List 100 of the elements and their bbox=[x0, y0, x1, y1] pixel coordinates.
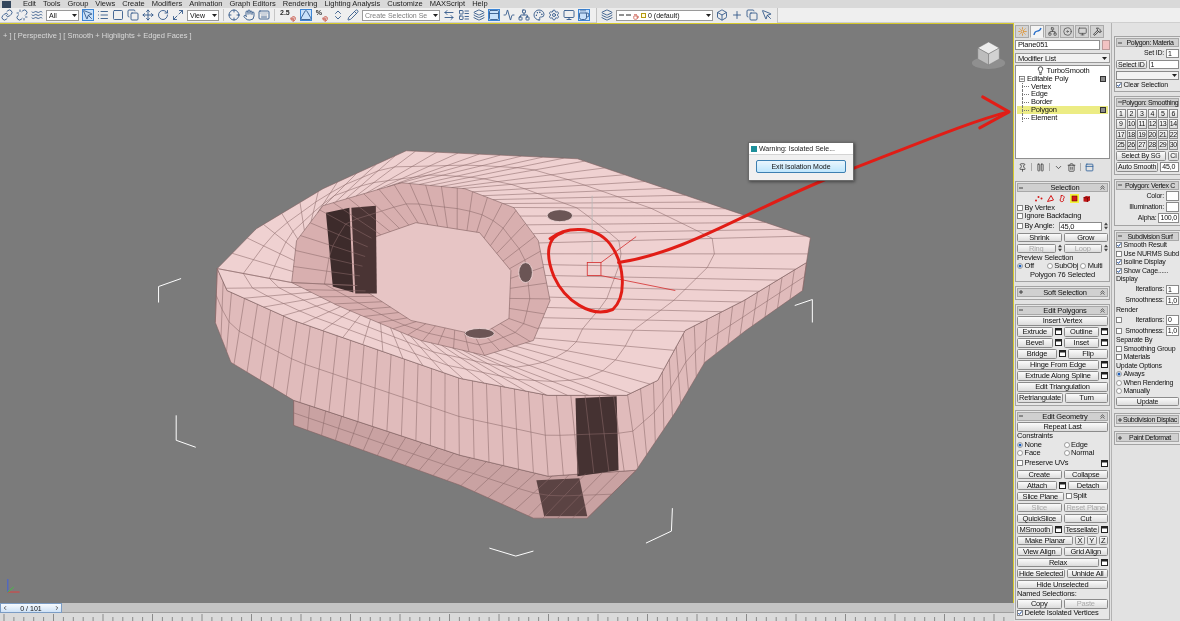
square-icon[interactable] bbox=[112, 9, 124, 21]
keyboard-icon[interactable] bbox=[258, 9, 270, 21]
dropdown-field[interactable] bbox=[1116, 70, 1179, 80]
window-icon[interactable] bbox=[1101, 558, 1108, 566]
minus-box-icon[interactable] bbox=[1019, 75, 1025, 82]
radio-button[interactable] bbox=[1063, 441, 1070, 448]
checkbox[interactable] bbox=[1116, 327, 1122, 334]
spinner-arrows-icon[interactable] bbox=[1104, 222, 1108, 231]
spinner-arrows-icon[interactable] bbox=[1057, 244, 1062, 253]
layers-icon[interactable] bbox=[472, 9, 485, 21]
triangle-icon[interactable] bbox=[1046, 193, 1055, 203]
pin-icon[interactable] bbox=[1018, 162, 1027, 172]
window-icon[interactable] bbox=[1101, 459, 1108, 467]
window-icon[interactable] bbox=[1054, 525, 1062, 533]
checkbox[interactable] bbox=[1116, 345, 1122, 352]
dots-icon[interactable] bbox=[1034, 193, 1043, 203]
broken-link-icon[interactable] bbox=[16, 9, 28, 21]
chain-link-icon[interactable] bbox=[1, 9, 13, 21]
spinner-arrows-icon[interactable] bbox=[1104, 244, 1108, 253]
minus-icon[interactable] bbox=[1118, 100, 1122, 105]
plus-icon[interactable] bbox=[730, 9, 743, 21]
radio-button[interactable] bbox=[1046, 263, 1053, 269]
radio-button[interactable] bbox=[1063, 450, 1070, 456]
panel-tab[interactable] bbox=[1045, 25, 1059, 38]
color-swatch[interactable] bbox=[1102, 40, 1110, 50]
cup-icon[interactable] bbox=[577, 9, 590, 21]
panel-icon[interactable] bbox=[1085, 162, 1094, 172]
loop-icon[interactable] bbox=[1058, 193, 1067, 203]
checkbox[interactable] bbox=[1116, 250, 1122, 257]
checkbox[interactable] bbox=[1017, 610, 1023, 616]
minus-icon[interactable] bbox=[1118, 234, 1122, 239]
rotate-arrow-icon[interactable] bbox=[157, 9, 169, 21]
window-icon[interactable] bbox=[1059, 481, 1066, 489]
window-icon[interactable] bbox=[1059, 350, 1066, 358]
minus-icon[interactable] bbox=[1118, 183, 1122, 188]
hand-icon[interactable] bbox=[243, 9, 255, 21]
radio-button[interactable] bbox=[1017, 263, 1023, 269]
overlapping-squares-icon[interactable] bbox=[745, 9, 758, 21]
window-icon[interactable] bbox=[1101, 328, 1108, 336]
chevron-right-icon[interactable] bbox=[54, 605, 60, 611]
panel-icon[interactable] bbox=[487, 9, 500, 21]
checkbox[interactable] bbox=[1116, 242, 1122, 248]
overlapping-squares-icon[interactable] bbox=[127, 9, 139, 21]
palette-icon[interactable] bbox=[532, 9, 545, 21]
plus-icon[interactable] bbox=[1118, 417, 1122, 422]
panel-tab[interactable] bbox=[1060, 25, 1074, 38]
diagonal-arrows-icon[interactable] bbox=[172, 9, 184, 21]
checkbox[interactable] bbox=[1017, 460, 1023, 467]
pointer-icon[interactable] bbox=[760, 9, 773, 21]
window-icon[interactable] bbox=[1054, 339, 1062, 347]
move-arrows-icon[interactable] bbox=[142, 9, 154, 21]
radio-button[interactable] bbox=[1116, 379, 1122, 386]
view-cube-icon[interactable] bbox=[971, 41, 1006, 69]
checkbox[interactable] bbox=[1065, 493, 1072, 500]
gear-icon[interactable] bbox=[547, 9, 560, 21]
plus-icon[interactable] bbox=[1019, 290, 1023, 295]
checkbox[interactable] bbox=[1116, 81, 1122, 88]
minus-icon[interactable] bbox=[1118, 40, 1122, 45]
checkbox[interactable] bbox=[1116, 267, 1122, 274]
window-icon[interactable] bbox=[1054, 328, 1062, 336]
checkbox[interactable] bbox=[1017, 223, 1023, 230]
radio-button[interactable] bbox=[1116, 371, 1122, 377]
pencil-icon[interactable] bbox=[346, 9, 359, 21]
app-logo-icon[interactable] bbox=[2, 0, 11, 8]
triangle-icon[interactable] bbox=[299, 9, 312, 21]
lightbulb-icon[interactable] bbox=[1035, 66, 1045, 76]
box-icon[interactable] bbox=[715, 9, 728, 21]
window-icon[interactable] bbox=[1101, 361, 1108, 369]
checkbox[interactable] bbox=[1116, 316, 1122, 323]
checkbox[interactable] bbox=[1017, 213, 1023, 219]
radio-button[interactable] bbox=[1017, 450, 1023, 456]
panel-tab[interactable] bbox=[1090, 25, 1104, 38]
pulse-line-icon[interactable] bbox=[502, 9, 515, 21]
input-field[interactable] bbox=[1166, 191, 1179, 201]
crosshair-icon[interactable] bbox=[228, 9, 240, 21]
pause-bars-icon[interactable] bbox=[1036, 162, 1045, 172]
panel-tab[interactable] bbox=[1030, 25, 1044, 38]
radio-button[interactable] bbox=[1017, 441, 1023, 448]
list-layout-icon[interactable] bbox=[457, 9, 470, 21]
trash-icon[interactable] bbox=[1067, 162, 1076, 172]
minus-icon[interactable] bbox=[1019, 185, 1023, 190]
plus-icon[interactable] bbox=[1118, 435, 1122, 440]
window-icon[interactable] bbox=[1101, 372, 1108, 380]
checkbox[interactable] bbox=[1116, 354, 1122, 360]
monitor-icon[interactable] bbox=[562, 9, 575, 21]
left-right-arrows-icon[interactable] bbox=[442, 9, 455, 21]
layers-icon[interactable] bbox=[600, 9, 613, 21]
radio-button[interactable] bbox=[1116, 388, 1122, 394]
input-field[interactable] bbox=[1166, 202, 1179, 212]
pointer-icon[interactable] bbox=[82, 9, 94, 21]
window-icon[interactable] bbox=[1101, 525, 1108, 533]
minus-icon[interactable] bbox=[1019, 414, 1023, 419]
panel-tab[interactable] bbox=[1075, 25, 1089, 38]
checkbox[interactable] bbox=[1017, 204, 1023, 211]
list-icon[interactable] bbox=[97, 9, 109, 21]
network-icon[interactable] bbox=[517, 9, 530, 21]
checkbox[interactable] bbox=[1116, 259, 1122, 265]
minus-icon[interactable] bbox=[1019, 308, 1023, 313]
window-icon[interactable] bbox=[1101, 339, 1108, 347]
cube-icon[interactable] bbox=[1082, 193, 1091, 203]
